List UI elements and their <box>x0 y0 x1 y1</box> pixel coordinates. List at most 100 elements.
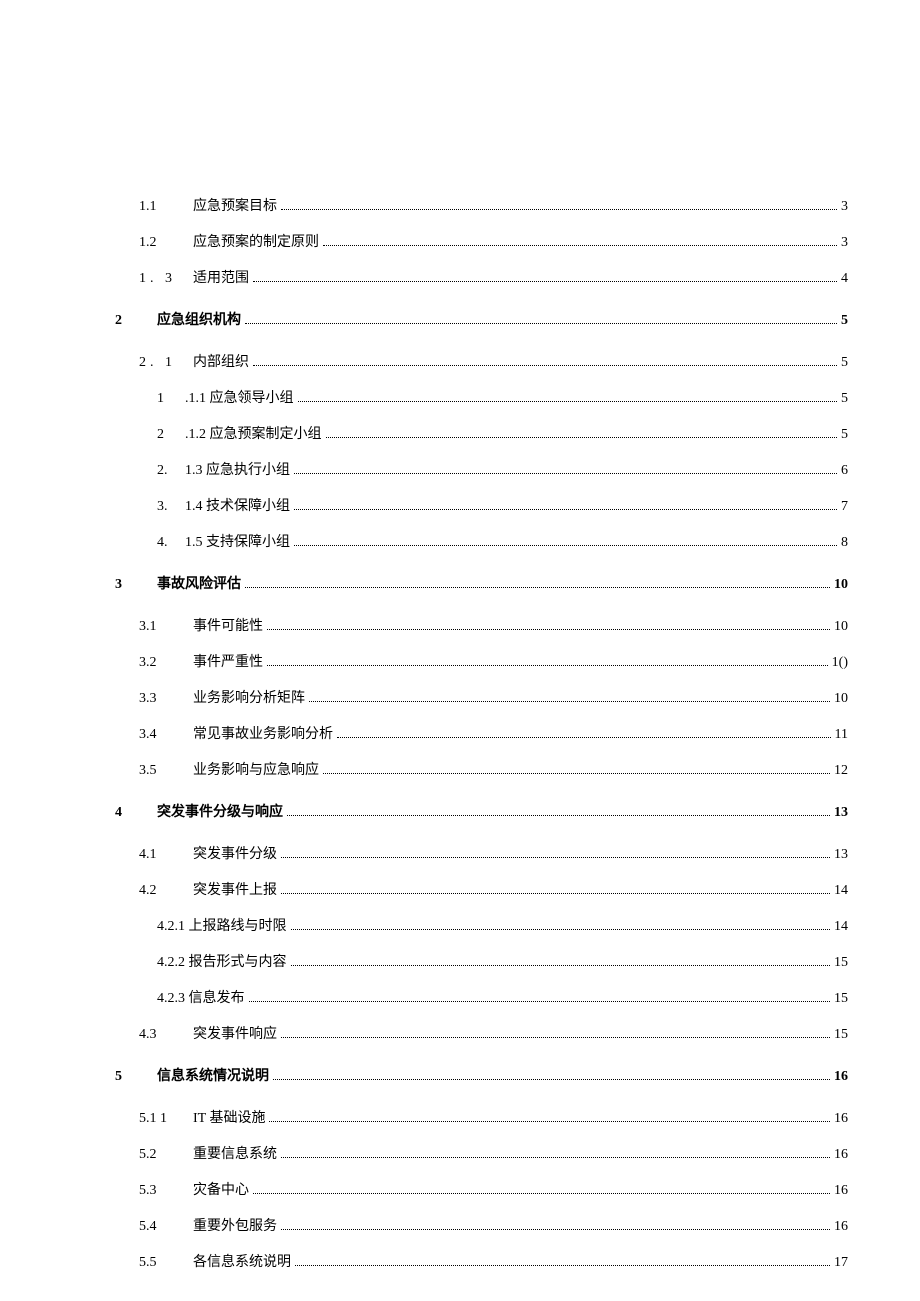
toc-title: 1.5 支持保障小组 <box>185 531 290 551</box>
toc-number: 2. 1 <box>115 355 193 371</box>
toc-leader-dots <box>337 737 831 738</box>
toc-leader-dots <box>253 281 837 282</box>
toc-leader-dots <box>294 509 837 510</box>
toc-page-number: 16 <box>834 1111 848 1127</box>
toc-title: 信息系统情况说明 <box>157 1065 269 1085</box>
toc-leader-dots <box>281 1229 830 1230</box>
toc-title: .1.1 应急领导小组 <box>185 387 294 407</box>
toc-number: 1 <box>115 391 185 407</box>
toc-title: .1.2 应急预案制定小组 <box>185 423 322 443</box>
toc-number: 1. 3 <box>115 271 193 287</box>
toc-title: 各信息系统说明 <box>193 1251 291 1271</box>
toc-entry: 3事故风险评估10 <box>115 573 848 593</box>
toc-leader-dots <box>298 401 838 402</box>
toc-page-number: 16 <box>834 1183 848 1199</box>
toc-number: 4. <box>115 535 185 551</box>
toc-number: 5.4 <box>115 1219 193 1235</box>
toc-title: 事件严重性 <box>193 651 263 671</box>
toc-page-number: 5 <box>841 355 848 371</box>
toc-entry: 4.2突发事件上报14 <box>115 879 848 899</box>
toc-leader-dots <box>269 1121 830 1122</box>
table-of-contents: 1.1应急预案目标31.2应急预案的制定原则31. 3适用范围42应急组织机构5… <box>115 195 848 1271</box>
toc-title: 事件可能性 <box>193 615 263 635</box>
toc-title: 1.3 应急执行小组 <box>185 459 290 479</box>
toc-title: 业务影响与应急响应 <box>193 759 319 779</box>
toc-number: 4.1 <box>115 847 193 863</box>
toc-page-number: 16 <box>834 1147 848 1163</box>
toc-leader-dots <box>281 857 830 858</box>
toc-page-number: 16 <box>834 1219 848 1235</box>
toc-page-number: 8 <box>841 535 848 551</box>
toc-entry: 3.1.4 技术保障小组7 <box>115 495 848 515</box>
toc-entry: 2.1.2 应急预案制定小组 5 <box>115 423 848 443</box>
toc-entry: 4.2.1 上报路线与时限14 <box>115 915 848 935</box>
toc-leader-dots <box>273 1079 830 1080</box>
toc-title: IT 基础设施 <box>193 1107 265 1127</box>
toc-leader-dots <box>294 473 837 474</box>
toc-title: 突发事件响应 <box>193 1023 277 1043</box>
toc-page-number: 17 <box>834 1255 848 1271</box>
toc-title: 4.2.3 信息发布 <box>157 987 245 1007</box>
toc-title: 重要信息系统 <box>193 1143 277 1163</box>
toc-title: 业务影响分析矩阵 <box>193 687 305 707</box>
toc-leader-dots <box>249 1001 831 1002</box>
toc-entry: 5信息系统情况说明16 <box>115 1065 848 1085</box>
toc-title: 突发事件上报 <box>193 879 277 899</box>
toc-title: 4.2.2 报告形式与内容 <box>157 951 287 971</box>
toc-leader-dots <box>281 209 837 210</box>
toc-entry: 1.2应急预案的制定原则 3 <box>115 231 848 251</box>
toc-leader-dots <box>281 893 830 894</box>
toc-page-number: 16 <box>834 1069 848 1085</box>
toc-number: 4.2 <box>115 883 193 899</box>
toc-entry: 4.2.2 报告形式与内容15 <box>115 951 848 971</box>
toc-number: 4 <box>115 805 157 821</box>
toc-page-number: 6 <box>841 463 848 479</box>
toc-leader-dots <box>291 929 831 930</box>
toc-number: 3.1 <box>115 619 193 635</box>
toc-page-number: 3 <box>841 199 848 215</box>
toc-page-number: 14 <box>834 919 848 935</box>
toc-page-number: 5 <box>841 427 848 443</box>
toc-entry: 4.3突发事件响应 15 <box>115 1023 848 1043</box>
toc-page-number: 15 <box>834 1027 848 1043</box>
toc-entry: 4突发事件分级与响应13 <box>115 801 848 821</box>
toc-title: 适用范围 <box>193 267 249 287</box>
toc-number: 5.1 1 <box>115 1111 193 1127</box>
toc-page-number: 12 <box>834 763 848 779</box>
toc-entry: 1. 3适用范围 4 <box>115 267 848 287</box>
toc-number: 2 <box>115 313 157 329</box>
toc-leader-dots <box>253 365 837 366</box>
toc-leader-dots <box>323 245 837 246</box>
toc-number: 3.4 <box>115 727 193 743</box>
toc-number: 1.2 <box>115 235 193 251</box>
toc-leader-dots <box>294 545 837 546</box>
toc-leader-dots <box>267 629 830 630</box>
toc-number: 5.5 <box>115 1255 193 1271</box>
toc-leader-dots <box>245 587 830 588</box>
toc-entry: 5.5各信息系统说明 17 <box>115 1251 848 1271</box>
toc-entry: 3.3业务影响分析矩阵 10 <box>115 687 848 707</box>
toc-page-number: 11 <box>835 727 848 743</box>
toc-number: 2 <box>115 427 185 443</box>
toc-title: 重要外包服务 <box>193 1215 277 1235</box>
toc-page-number: 3 <box>841 235 848 251</box>
toc-leader-dots <box>281 1157 830 1158</box>
toc-leader-dots <box>287 815 830 816</box>
toc-number: 3.3 <box>115 691 193 707</box>
toc-title: 应急预案目标 <box>193 195 277 215</box>
toc-number: 4.3 <box>115 1027 193 1043</box>
toc-title: 常见事故业务影响分析 <box>193 723 333 743</box>
toc-leader-dots <box>326 437 838 438</box>
toc-page-number: 5 <box>841 313 848 329</box>
toc-entry: 3.1事件可能性10 <box>115 615 848 635</box>
toc-page-number: 4 <box>841 271 848 287</box>
toc-page-number: 10 <box>834 691 848 707</box>
toc-entry: 5.4重要外包服务 16 <box>115 1215 848 1235</box>
toc-title: 应急预案的制定原则 <box>193 231 319 251</box>
toc-entry: 1.1应急预案目标 3 <box>115 195 848 215</box>
toc-number: 3.5 <box>115 763 193 779</box>
toc-title: 内部组织 <box>193 351 249 371</box>
toc-entry: 3.5业务影响与应急响应 12 <box>115 759 848 779</box>
toc-number: 1.1 <box>115 199 193 215</box>
toc-page-number: 15 <box>834 991 848 1007</box>
